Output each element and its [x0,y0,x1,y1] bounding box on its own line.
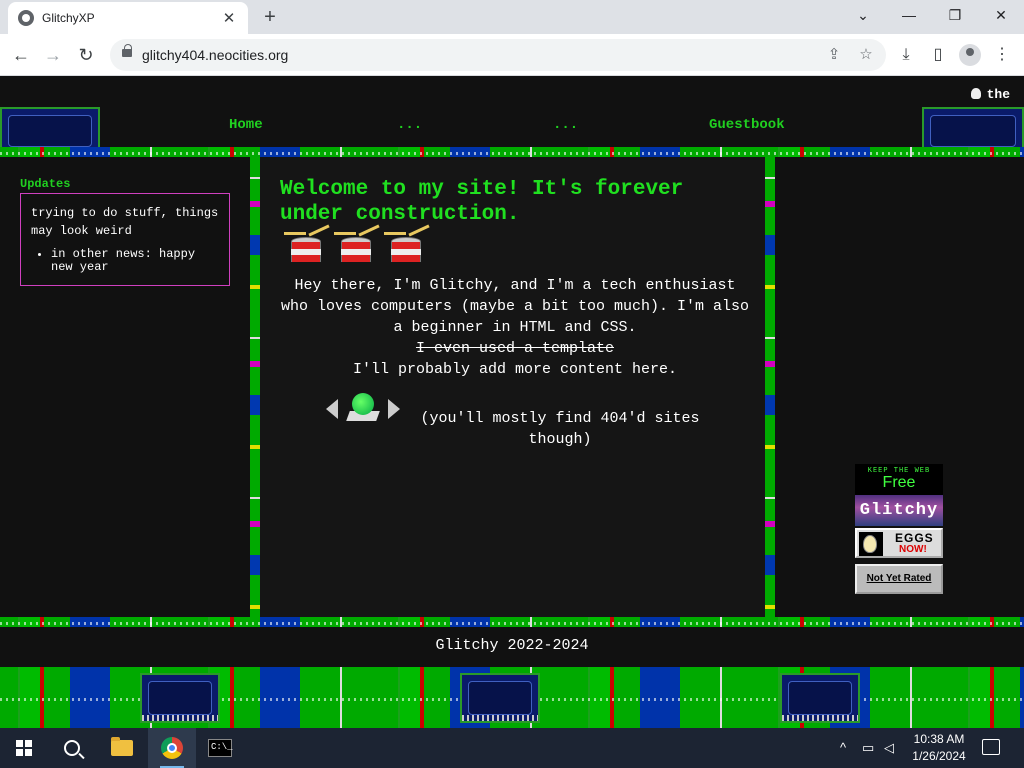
drum-icon [284,224,330,265]
eggs-now-badge[interactable]: EGGS NOW! [855,528,943,558]
url-text[interactable]: glitchy404.neocities.org [142,47,288,63]
bio-paragraph: Hey there, I'm Glitchy, and I'm a tech e… [280,277,750,336]
web-page: the Home ... ... Guestbook Updates tryin… [0,77,1024,728]
close-tab-icon[interactable]: ✕ [220,9,238,27]
circuit-border-left [250,155,260,620]
back-button[interactable]: ← [8,43,34,67]
footer-copyright: Glitchy 2022-2024 [435,637,589,654]
webring-prev-icon[interactable] [326,399,338,419]
updates-list: in other news: happy new year [31,248,219,274]
terminal-icon: C:\_ [208,739,233,757]
menu-icon[interactable]: ⋮ [991,44,1013,66]
clock-time: 10:38 AM [913,732,965,746]
egg-icon [863,535,877,553]
updates-panel: Updates trying to do stuff, things may l… [20,177,230,286]
tab-search-icon[interactable]: ⌄ [848,4,878,26]
globe-icon [18,10,34,26]
circuit-border-top [0,147,1024,157]
webring-widget [326,391,406,425]
windows-logo-icon [16,740,32,756]
skull-icon [970,88,981,99]
nav-placeholder-2[interactable]: ... [553,117,578,133]
lock-icon[interactable] [122,44,132,57]
updates-title: Updates [20,177,71,191]
drum-icon [334,224,380,265]
nav-home[interactable]: Home [229,117,263,133]
bio-text: Hey there, I'm Glitchy, and I'm a tech e… [280,275,750,380]
list-item: in other news: happy new year [51,248,219,274]
chrome-icon [161,737,183,759]
bio-strikethrough: I even used a template [415,340,615,357]
volume-muted-icon[interactable]: ◁ [884,740,894,756]
file-explorer-button[interactable] [98,728,146,768]
glitchy-badge[interactable]: Glitchy [855,495,943,526]
search-icon [64,740,80,756]
main-content: Welcome to my site! It's forever under c… [260,157,765,617]
share-icon[interactable]: ⇪ [824,45,844,65]
restore-button[interactable]: ❐ [940,4,970,26]
minimize-button[interactable]: — [894,4,924,26]
top-right-text: the [970,87,1010,102]
new-tab-button[interactable]: + [258,5,282,29]
forward-button[interactable]: → [40,43,66,67]
drum-icon [384,224,430,265]
webring-note: (you'll mostly find 404'd sites though) [420,410,700,448]
tab-strip: GlitchyXP ✕ + ⌄ — ❐ ✕ [0,0,1024,34]
circuit-chip-decoration [780,673,860,723]
badge-buttons: KEEP THE WEB Free Glitchy EGGS NOW! Not … [855,464,943,594]
address-bar[interactable]: glitchy404.neocities.org ⇪ ☆ [110,39,886,71]
terminal-taskbar-button[interactable]: C:\_ [196,728,244,768]
system-clock[interactable]: 10:38 AM 1/26/2024 [908,731,970,765]
nav-placeholder-1[interactable]: ... [397,117,422,133]
reload-button[interactable]: ↻ [73,43,99,67]
circuit-chip-decoration [460,673,540,723]
under-construction-drums [284,224,430,265]
folder-icon [111,737,133,756]
profile-avatar[interactable] [959,44,981,66]
updates-box: trying to do stuff, things may look weir… [20,193,230,286]
nav-guestbook[interactable]: Guestbook [709,117,785,133]
updates-text: trying to do stuff, things may look weir… [31,206,219,238]
circuit-border-bottom [0,617,1024,627]
clock-date: 1/26/2024 [912,749,966,763]
browser-tab[interactable]: GlitchyXP ✕ [8,2,248,34]
chrome-taskbar-button[interactable] [148,728,196,768]
side-panel-icon[interactable]: ▯ [927,44,949,66]
taskbar-search-button[interactable] [48,728,96,768]
circuit-border-right [765,155,775,620]
globe-icon[interactable] [352,393,374,415]
bio-more: I'll probably add more content here. [352,361,678,378]
keep-web-free-badge[interactable]: KEEP THE WEB Free [855,464,943,495]
download-icon[interactable]: ⤓ [895,44,917,66]
windows-taskbar: C:\_ ^ ▭ ◁ 10:38 AM 1/26/2024 [0,728,1024,768]
network-icon[interactable]: ▭ [862,740,874,756]
start-button[interactable] [0,728,48,768]
circuit-chip-decoration [140,673,220,723]
chevron-up-icon[interactable]: ^ [840,740,846,755]
bookmark-star-icon[interactable]: ☆ [856,45,876,65]
not-yet-rated-badge[interactable]: Not Yet Rated [855,564,943,594]
close-window-button[interactable]: ✕ [986,4,1016,26]
webring-next-icon[interactable] [388,399,400,419]
welcome-heading: Welcome to my site! It's forever under c… [280,178,684,226]
browser-toolbar: ← → ↻ glitchy404.neocities.org ⇪ ☆ ⤓ ▯ ⋮ [0,34,1024,76]
tab-title: GlitchyXP [42,11,95,25]
notification-icon[interactable] [982,739,1000,755]
